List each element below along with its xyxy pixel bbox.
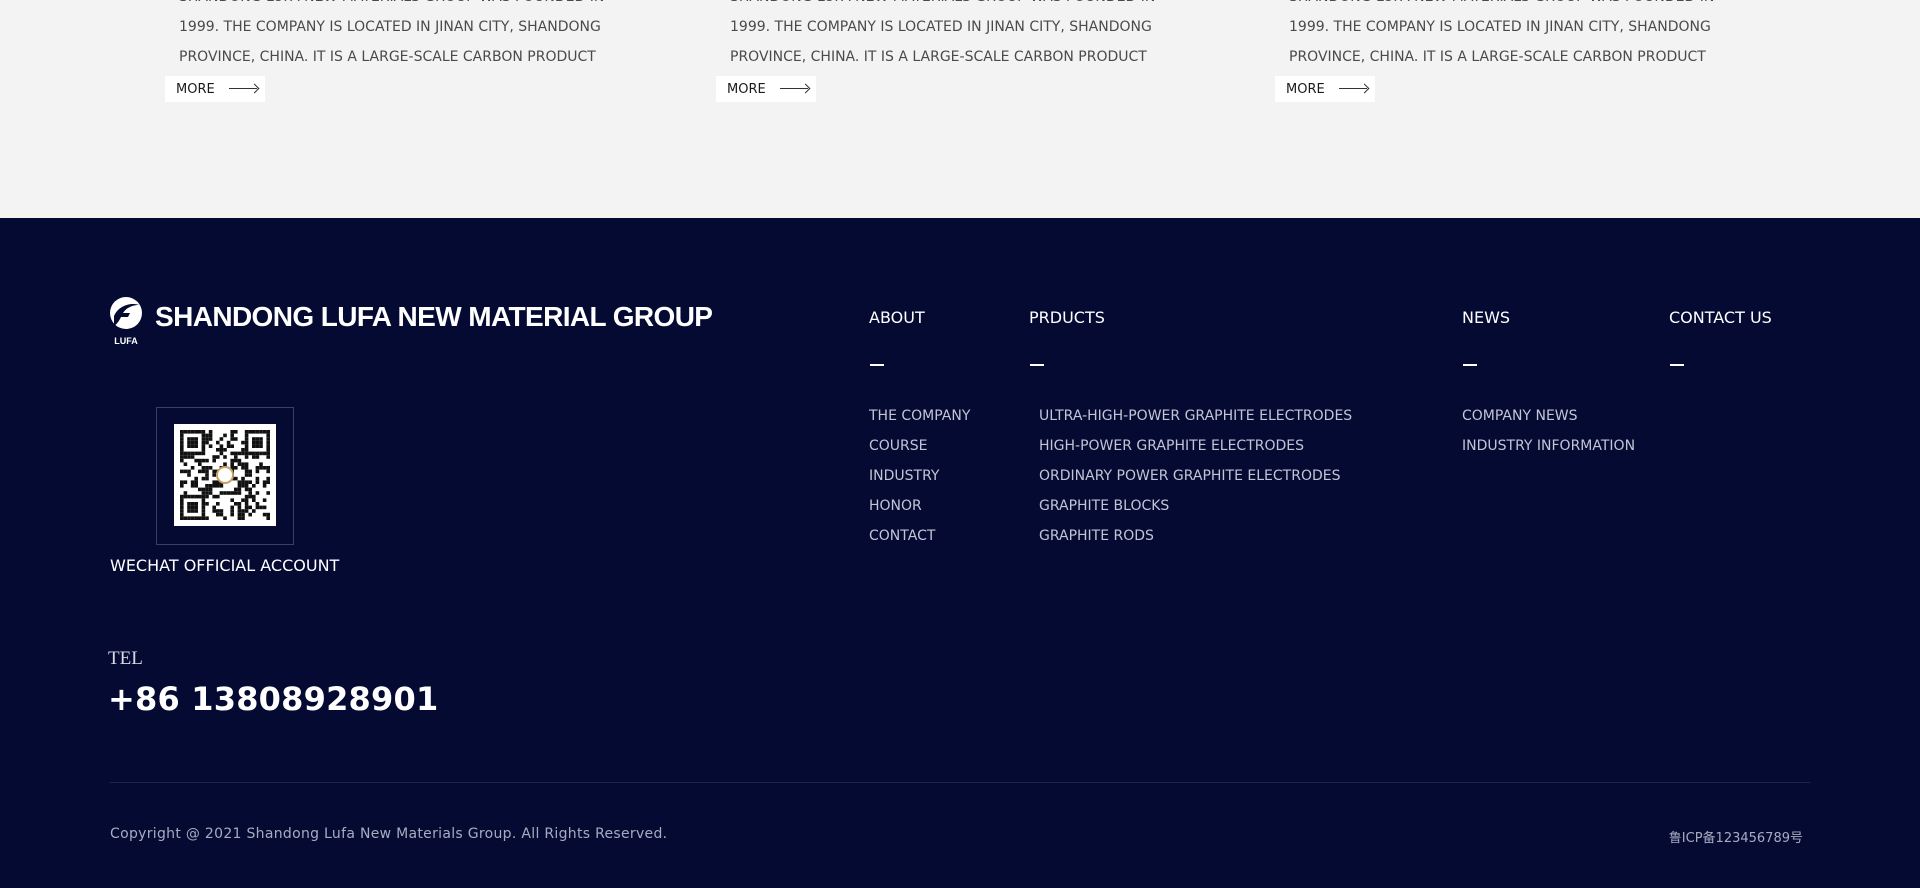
excerpt-line: SHANDONG LUFA NEW MATERIALS GROUP WAS FO… [730, 0, 1190, 12]
more-label: MORE [176, 81, 215, 97]
product-links: ULTRA-HIGH-POWER GRAPHITE ELECTRODES HIG… [1039, 405, 1352, 555]
footer-link-company-news[interactable]: COMPANY NEWS [1462, 405, 1635, 435]
footer-link-industry[interactable]: INDUSTRY [869, 465, 970, 495]
news-links: COMPANY NEWS INDUSTRY INFORMATION [1462, 405, 1635, 465]
wechat-qr-frame [156, 407, 294, 545]
excerpt-line: 1999. THE COMPANY IS LOCATED IN JINAN CI… [1289, 19, 1711, 35]
wechat-label: WECHAT OFFICIAL ACCOUNT [110, 556, 340, 575]
title-dash [1030, 364, 1044, 366]
lufa-logo-icon: LUFA [108, 296, 144, 346]
footer-link-graphite-blocks[interactable]: GRAPHITE BLOCKS [1039, 495, 1352, 525]
excerpt-line: 1999. THE COMPANY IS LOCATED IN JINAN CI… [179, 19, 601, 35]
excerpt-line: SHANDONG LUFA NEW MATERIALS GROUP WAS FO… [1289, 0, 1749, 12]
footer-brand[interactable]: LUFA SHANDONG LUFA NEW MATERIAL GROUP [108, 296, 713, 346]
icp-license-link[interactable]: 鲁ICP备123456789号 [1669, 827, 1803, 846]
footer-link-rp-electrodes[interactable]: ORDINARY POWER GRAPHITE ELECTRODES [1039, 465, 1352, 495]
more-button[interactable]: MORE [1275, 76, 1375, 102]
footer-link-the-company[interactable]: THE COMPANY [869, 405, 970, 435]
copyright-text: Copyright @ 2021 Shandong Lufa New Mater… [110, 826, 668, 842]
title-dash [1463, 364, 1477, 366]
footer-column-about: ABOUT THE COMPANY COURSE INDUSTRY HONOR … [869, 308, 970, 555]
column-title[interactable]: PRDUCTS [1029, 308, 1352, 328]
more-button[interactable]: MORE [165, 76, 265, 102]
news-section: SHANDONG LUFA NEW MATERIALS GROUP WAS FO… [0, 0, 1920, 218]
tel-label: TEL [108, 648, 143, 669]
news-excerpt: SHANDONG LUFA NEW MATERIALS GROUP WAS FO… [730, 0, 1190, 72]
footer-divider [110, 782, 1810, 783]
arrow-right-icon [228, 84, 259, 94]
news-excerpt: SHANDONG LUFA NEW MATERIALS GROUP WAS FO… [1289, 0, 1749, 72]
excerpt-line: PROVINCE, CHINA. IT IS A LARGE-SCALE CAR… [730, 49, 1147, 65]
more-label: MORE [727, 81, 766, 97]
footer-link-industry-information[interactable]: INDUSTRY INFORMATION [1462, 435, 1635, 465]
tel-number[interactable]: +86 13808928901 [108, 680, 438, 718]
footer-link-graphite-rods[interactable]: GRAPHITE RODS [1039, 525, 1352, 555]
footer-column-contact: CONTACT US [1669, 308, 1772, 366]
more-label: MORE [1286, 81, 1325, 97]
brand-name: SHANDONG LUFA NEW MATERIAL GROUP [155, 301, 713, 332]
title-dash [870, 364, 884, 366]
site-footer: LUFA SHANDONG LUFA NEW MATERIAL GROUP WE… [0, 218, 1920, 888]
footer-link-course[interactable]: COURSE [869, 435, 970, 465]
footer-link-contact[interactable]: CONTACT [869, 525, 970, 555]
excerpt-line: 1999. THE COMPANY IS LOCATED IN JINAN CI… [730, 19, 1152, 35]
excerpt-line: PROVINCE, CHINA. IT IS A LARGE-SCALE CAR… [179, 49, 596, 65]
footer-column-products: PRDUCTS ULTRA-HIGH-POWER GRAPHITE ELECTR… [1029, 308, 1352, 555]
column-title[interactable]: NEWS [1462, 308, 1635, 328]
title-dash [1670, 364, 1684, 366]
news-excerpt: SHANDONG LUFA NEW MATERIALS GROUP WAS FO… [179, 0, 639, 72]
column-title[interactable]: ABOUT [869, 308, 970, 328]
arrow-right-icon [1338, 84, 1369, 94]
footer-column-news: NEWS COMPANY NEWS INDUSTRY INFORMATION [1462, 308, 1635, 465]
excerpt-line: PROVINCE, CHINA. IT IS A LARGE-SCALE CAR… [1289, 49, 1706, 65]
excerpt-line: SHANDONG LUFA NEW MATERIALS GROUP WAS FO… [179, 0, 639, 12]
footer-link-hp-electrodes[interactable]: HIGH-POWER GRAPHITE ELECTRODES [1039, 435, 1352, 465]
about-links: THE COMPANY COURSE INDUSTRY HONOR CONTAC… [869, 405, 970, 555]
arrow-right-icon [779, 84, 810, 94]
wechat-qr-code [174, 424, 276, 526]
more-button[interactable]: MORE [716, 76, 816, 102]
column-title[interactable]: CONTACT US [1669, 308, 1772, 328]
svg-text:LUFA: LUFA [114, 336, 138, 346]
footer-link-honor[interactable]: HONOR [869, 495, 970, 525]
footer-link-uhp-electrodes[interactable]: ULTRA-HIGH-POWER GRAPHITE ELECTRODES [1039, 405, 1352, 435]
